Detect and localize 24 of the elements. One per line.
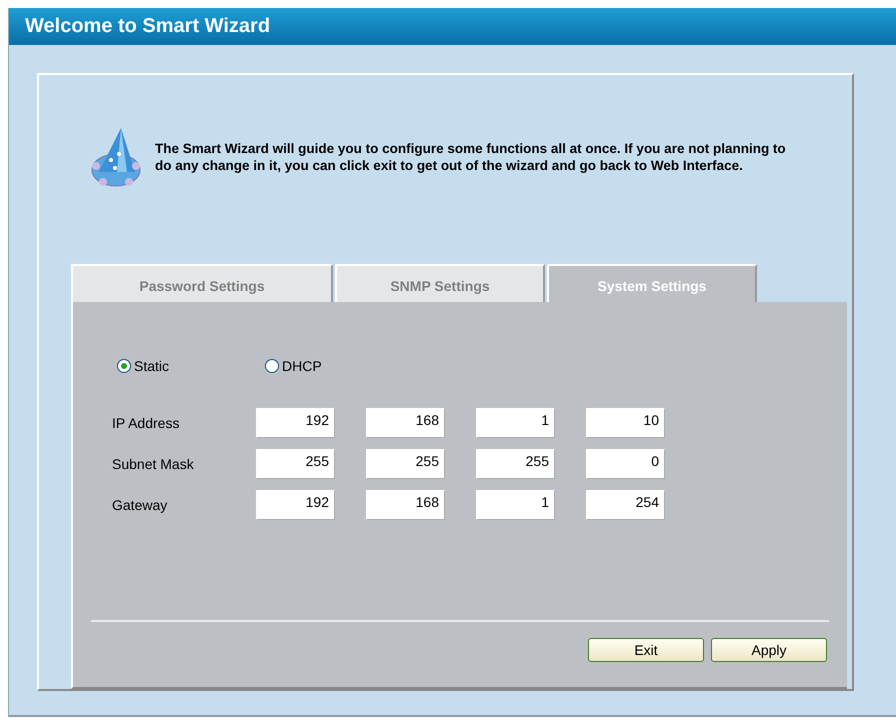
wizard-hat-icon xyxy=(91,126,141,188)
octet-field[interactable]: 1 xyxy=(476,490,555,520)
exit-button[interactable]: Exit xyxy=(588,638,704,662)
octet-field[interactable]: 254 xyxy=(586,490,665,520)
radio-icon[interactable] xyxy=(117,359,131,373)
intro-text: The Smart Wizard will guide you to configure some functions all at once. If you are not planning to do any change in it, you can click exit to get out of the wizard and go back to Web Interface. xyxy=(155,140,787,174)
octet-field[interactable]: 0 xyxy=(586,449,665,479)
octet-field[interactable]: 255 xyxy=(256,449,335,479)
window-title: Welcome to Smart Wizard xyxy=(9,8,896,45)
field-label: IP Address xyxy=(112,415,180,431)
octet-field[interactable]: 168 xyxy=(366,490,445,520)
octet-field[interactable]: 168 xyxy=(366,408,445,438)
field-label: Gateway xyxy=(112,497,168,513)
octet-field[interactable]: 192 xyxy=(256,408,335,438)
octet-field[interactable]: 192 xyxy=(256,490,335,520)
radio-icon[interactable] xyxy=(265,359,279,373)
octet-field[interactable]: 255 xyxy=(476,449,555,479)
radio-option[interactable]: DHCP xyxy=(265,358,413,374)
radio-option[interactable]: Static xyxy=(117,358,265,374)
octet-field[interactable]: 255 xyxy=(366,449,445,479)
octet-field[interactable]: 10 xyxy=(586,408,665,438)
apply-button[interactable]: Apply xyxy=(711,638,827,662)
octet-field[interactable]: 1 xyxy=(476,408,555,438)
field-label: Subnet Mask xyxy=(112,456,195,472)
